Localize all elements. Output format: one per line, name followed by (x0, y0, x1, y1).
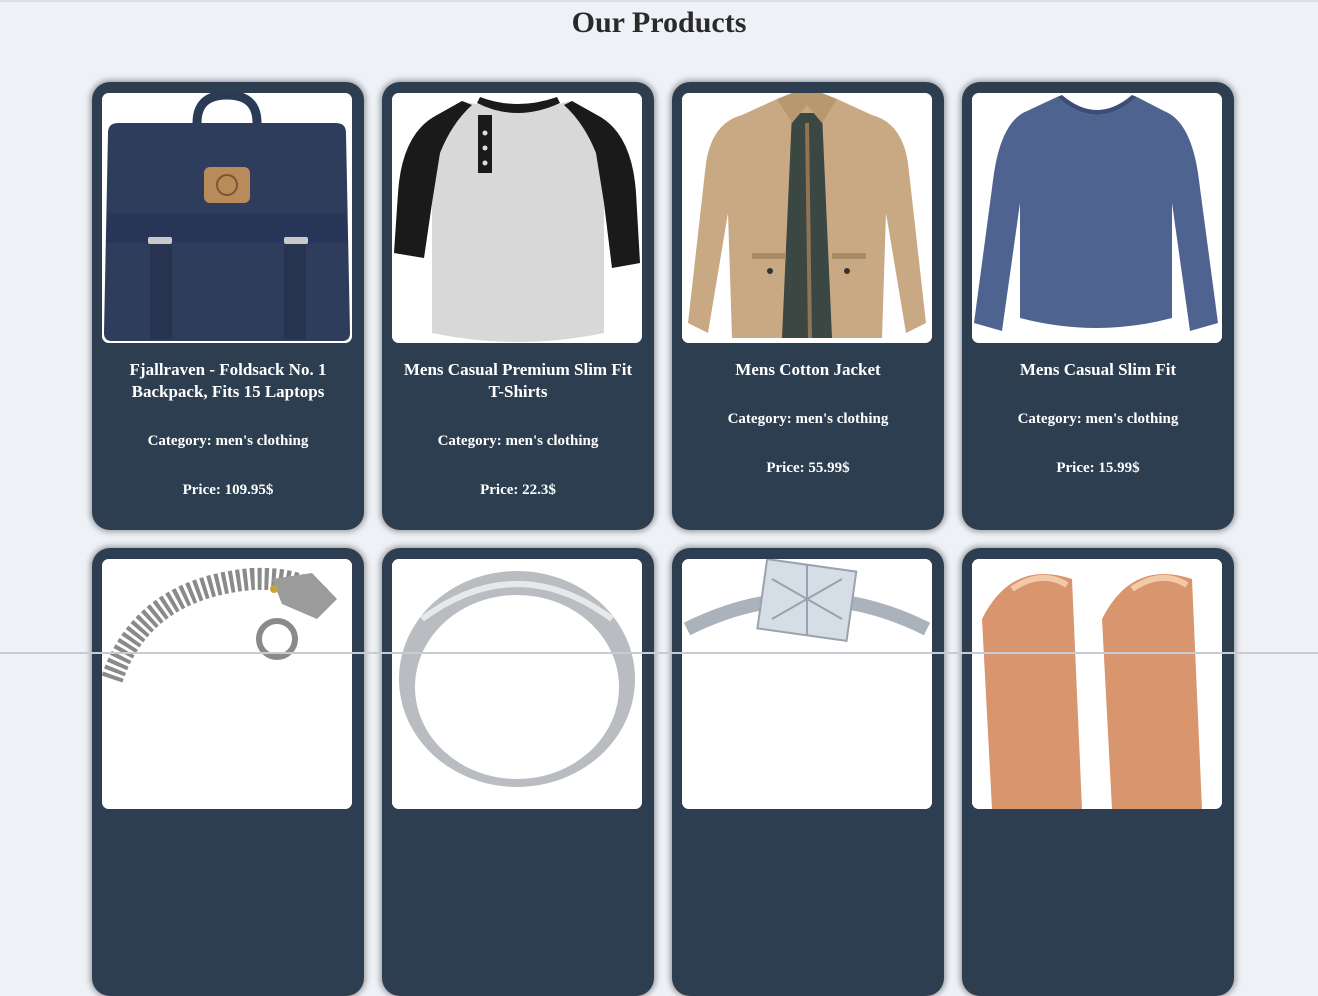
product-category: Category: men's clothing (727, 411, 889, 427)
product-title[interactable]: Mens Casual Premium Slim Fit T-Shirts (396, 359, 640, 403)
product-card[interactable]: Mens Casual Premium Slim Fit T-Shirts Ca… (382, 82, 654, 530)
product-card[interactable]: Mens Casual Slim Fit Category: men's clo… (962, 82, 1234, 530)
page-title: Our Products (571, 6, 747, 39)
product-price: Price: 15.99$ (1056, 460, 1140, 476)
product-title[interactable]: Mens Casual Slim Fit (976, 359, 1220, 381)
product-title[interactable]: Fjallraven - Foldsack No. 1 Backpack, Fi… (106, 359, 350, 403)
product-card[interactable] (382, 548, 654, 996)
product-card[interactable]: Fjallraven - Foldsack No. 1 Backpack, Fi… (92, 82, 364, 530)
product-image-silver-ring[interactable] (392, 559, 642, 809)
product-grid: Fjallraven - Foldsack No. 1 Backpack, Fi… (92, 82, 1234, 996)
product-card[interactable] (672, 548, 944, 996)
product-card[interactable]: Mens Cotton Jacket Category: men's cloth… (672, 82, 944, 530)
top-divider (0, 0, 1318, 2)
product-card[interactable] (92, 548, 364, 996)
product-title[interactable]: Mens Cotton Jacket (686, 359, 930, 381)
product-category: Category: men's clothing (1017, 411, 1179, 427)
product-category: Category: men's clothing (437, 433, 599, 449)
product-card[interactable] (962, 548, 1234, 996)
product-image-jacket[interactable] (682, 93, 932, 343)
product-image-tshirt[interactable] (392, 93, 642, 343)
product-image-rose-gold-plugs[interactable] (972, 559, 1222, 809)
product-image-diamond-ring[interactable] (682, 559, 932, 809)
product-price: Price: 22.3$ (480, 482, 556, 498)
product-price: Price: 55.99$ (766, 460, 850, 476)
product-price: Price: 109.95$ (182, 482, 274, 498)
product-image-backpack[interactable] (102, 93, 352, 343)
product-image-longsleeve[interactable] (972, 93, 1222, 343)
product-category: Category: men's clothing (147, 433, 309, 449)
product-image-bracelet[interactable] (102, 559, 352, 809)
